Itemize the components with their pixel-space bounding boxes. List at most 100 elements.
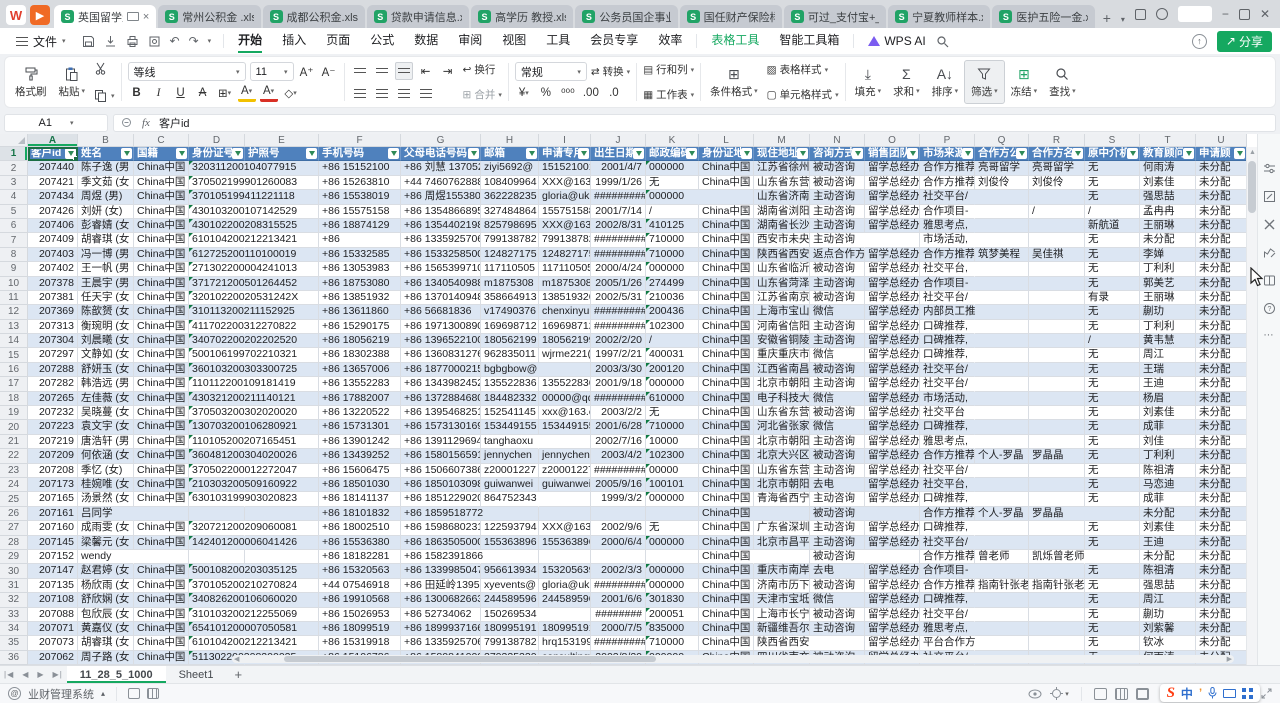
cell-N14[interactable]: 主动咨询 bbox=[810, 334, 865, 348]
cell-U25[interactable]: 未分配 bbox=[1196, 492, 1247, 506]
cell-G17[interactable]: +86 1343982452 bbox=[401, 377, 481, 391]
cell-P24[interactable]: 社交平台, bbox=[920, 478, 975, 492]
cell-K12[interactable]: 200436 bbox=[646, 305, 699, 319]
cell-T20[interactable]: 成菲 bbox=[1140, 420, 1196, 434]
cell-F30[interactable]: +86 15320563 bbox=[319, 564, 401, 578]
cell-K27[interactable]: 无 bbox=[646, 521, 699, 535]
header-cell-K[interactable]: 邮政编码 bbox=[646, 147, 699, 161]
cell-D8[interactable]: 612725200110100019 bbox=[189, 248, 245, 262]
cell-A24[interactable]: 207173 bbox=[28, 478, 78, 492]
borders-button[interactable]: ⊞▾ bbox=[216, 84, 234, 102]
cell-S18[interactable]: 无 bbox=[1085, 392, 1140, 406]
cell-Q15[interactable] bbox=[975, 348, 1029, 362]
cell-O16[interactable]: 留学总经办 bbox=[865, 363, 920, 377]
cell-F11[interactable]: +86 13851932 bbox=[319, 291, 401, 305]
cell-P14[interactable]: 口碑推荐, bbox=[920, 334, 975, 348]
column-header-E[interactable]: E bbox=[245, 134, 319, 147]
cell-O25[interactable]: 留学总经办 bbox=[865, 492, 920, 506]
cell-G24[interactable]: +86 1850103098 bbox=[401, 478, 481, 492]
filter-dropdown-icon[interactable] bbox=[686, 148, 697, 159]
cell-K35[interactable]: 710000 bbox=[646, 636, 699, 650]
cell-J3[interactable]: 1999/1/26 bbox=[591, 176, 646, 190]
cell-O2[interactable]: 留学总经办 bbox=[865, 161, 920, 175]
clear-format-button[interactable]: ◇▾ bbox=[282, 84, 300, 102]
cell-Q31[interactable]: 指南针张老 bbox=[975, 579, 1029, 593]
cell-R18[interactable] bbox=[1029, 392, 1085, 406]
cell-H16[interactable]: bgbgbow@ bbox=[481, 363, 539, 377]
cell-U11[interactable]: 未分配 bbox=[1196, 291, 1247, 305]
cell-I27[interactable]: XXX@163. bbox=[539, 521, 591, 535]
cell-T9[interactable]: 丁利利 bbox=[1140, 262, 1196, 276]
cell-L31[interactable]: China中国 bbox=[699, 579, 754, 593]
account-pill[interactable] bbox=[1178, 6, 1212, 22]
cell-T6[interactable]: 王丽琳 bbox=[1140, 219, 1196, 233]
row-number[interactable]: 26 bbox=[0, 507, 28, 521]
cell-M14[interactable]: 安徽省铜陵 bbox=[754, 334, 810, 348]
cell-P35[interactable]: 平台合作方 bbox=[920, 636, 975, 650]
cell-D16[interactable]: 360103200303300725 bbox=[189, 363, 245, 377]
cell-D21[interactable]: 110105200207165451 bbox=[189, 435, 245, 449]
cell-N3[interactable]: 被动咨询 bbox=[810, 176, 865, 190]
cell-I25[interactable] bbox=[539, 492, 591, 506]
cell-Q6[interactable] bbox=[975, 219, 1029, 233]
cell-N30[interactable]: 去电 bbox=[810, 564, 865, 578]
cell-M9[interactable]: 山东省临沂 bbox=[754, 262, 810, 276]
cell-O6[interactable]: 留学总经办 bbox=[865, 219, 920, 233]
column-header-T[interactable]: T bbox=[1140, 134, 1196, 147]
cell-P28[interactable]: 社交平台/ bbox=[920, 536, 975, 550]
cell-C34[interactable]: China中国 bbox=[134, 622, 189, 636]
cell-H32[interactable]: 244589596 bbox=[481, 593, 539, 607]
cell-I15[interactable]: wjrme221( bbox=[539, 348, 591, 362]
cell-N15[interactable]: 微信 bbox=[810, 348, 865, 362]
cell-Q16[interactable] bbox=[975, 363, 1029, 377]
cell-G16[interactable]: +86 1877000215 bbox=[401, 363, 481, 377]
cell-T32[interactable]: 周江 bbox=[1140, 593, 1196, 607]
cell-E27[interactable] bbox=[245, 521, 319, 535]
cell-E8[interactable] bbox=[245, 248, 319, 262]
cell-G5[interactable]: +86 1354866895 bbox=[401, 205, 481, 219]
cell-O17[interactable]: 留学总经办 bbox=[865, 377, 920, 391]
cell-R16[interactable] bbox=[1029, 363, 1085, 377]
cell-M35[interactable]: 陕西省西安 bbox=[754, 636, 810, 650]
cell-P23[interactable]: 社交平台/ bbox=[920, 464, 975, 478]
cell-O24[interactable]: 留学总经办 bbox=[865, 478, 920, 492]
cell-B14[interactable]: 刘晨曦 (女 bbox=[78, 334, 134, 348]
cell-F34[interactable]: +86 18099519 bbox=[319, 622, 401, 636]
cell-I17[interactable]: 135522836 bbox=[539, 377, 591, 391]
cell-G29[interactable]: +86 1582391866 bbox=[401, 550, 481, 564]
cell-K20[interactable]: 710000 bbox=[646, 420, 699, 434]
cell-Q3[interactable]: 刘俊伶 bbox=[975, 176, 1029, 190]
filter-dropdown-icon[interactable] bbox=[578, 148, 589, 159]
cell-P22[interactable]: 合作方推荐 bbox=[920, 449, 975, 463]
cell-U15[interactable]: 未分配 bbox=[1196, 348, 1247, 362]
cell-Q17[interactable] bbox=[975, 377, 1029, 391]
cell-G13[interactable]: +86 1971300890 bbox=[401, 320, 481, 334]
cell-G22[interactable]: +86 1580156591 bbox=[401, 449, 481, 463]
fx-icon[interactable]: fx bbox=[142, 117, 150, 129]
cell-S5[interactable]: / bbox=[1085, 205, 1140, 219]
cell-T29[interactable]: 未分配 bbox=[1140, 550, 1196, 564]
cell-K4[interactable]: 000000 bbox=[646, 190, 699, 204]
cell-H19[interactable]: 152541145 bbox=[481, 406, 539, 420]
filter-dropdown-icon[interactable] bbox=[633, 148, 644, 159]
cell-S27[interactable]: 无 bbox=[1085, 521, 1140, 535]
cell-R24[interactable] bbox=[1029, 478, 1085, 492]
cell-Q26[interactable]: 个人-罗晶 bbox=[975, 507, 1029, 521]
cell-I10[interactable]: m1875308 bbox=[539, 277, 591, 291]
percent-button[interactable]: % bbox=[537, 84, 555, 102]
cell-K15[interactable]: 400031 bbox=[646, 348, 699, 362]
cell-U35[interactable]: 未分配 bbox=[1196, 636, 1247, 650]
cell-D12[interactable]: 310113200211152925 bbox=[189, 305, 245, 319]
cell-F28[interactable]: +86 15536380 bbox=[319, 536, 401, 550]
add-sheet-button[interactable]: + bbox=[226, 667, 250, 682]
cell-J27[interactable]: 2002/9/6 bbox=[591, 521, 646, 535]
cell-R28[interactable] bbox=[1029, 536, 1085, 550]
cell-M25[interactable]: 青海省西宁 bbox=[754, 492, 810, 506]
layout-switch-icon[interactable] bbox=[1135, 9, 1146, 20]
cell-K3[interactable]: 无 bbox=[646, 176, 699, 190]
cell-B16[interactable]: 舒妍玉 (女 bbox=[78, 363, 134, 377]
cell-Q2[interactable]: 亮哥留学 bbox=[975, 161, 1029, 175]
cell-T13[interactable]: 丁利利 bbox=[1140, 320, 1196, 334]
cell-K16[interactable]: 200120 bbox=[646, 363, 699, 377]
cell-E29[interactable] bbox=[245, 550, 319, 564]
